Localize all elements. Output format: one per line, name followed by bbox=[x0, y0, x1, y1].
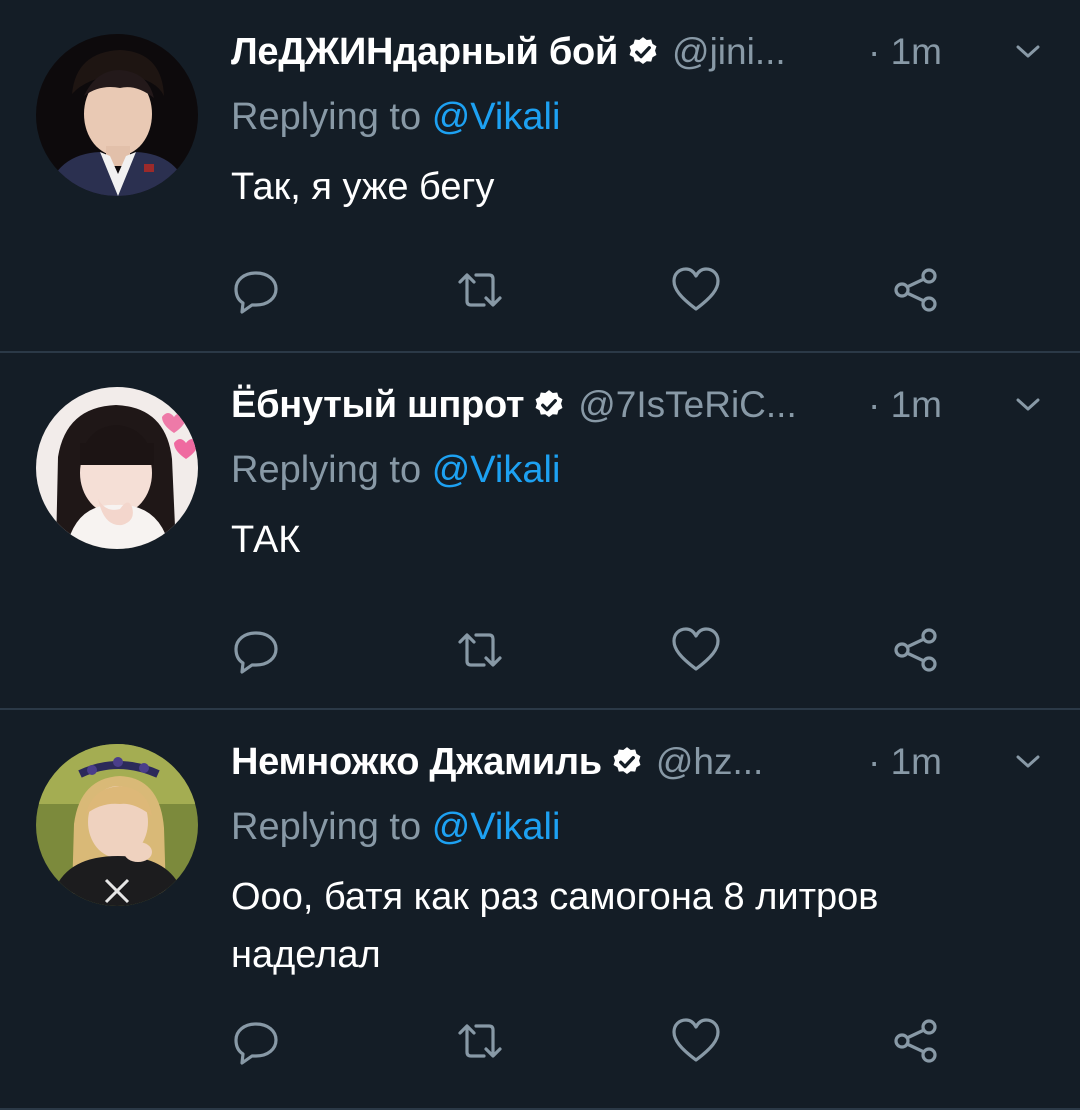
reply-mention-link[interactable]: @Vikali bbox=[432, 96, 561, 138]
verified-badge-icon bbox=[535, 390, 563, 418]
replying-to-line: Replying to @Vikali bbox=[231, 449, 560, 492]
retweet-icon[interactable] bbox=[454, 1016, 506, 1066]
tweet-header: Ёбнутый шпрот @7IsTeRiC... · 1m bbox=[231, 383, 1050, 427]
verified-badge-icon bbox=[613, 747, 641, 775]
tweet-actions bbox=[0, 265, 1080, 315]
timestamp[interactable]: · 1m bbox=[868, 30, 942, 74]
chevron-down-icon[interactable] bbox=[1010, 40, 1046, 64]
replying-to-label: Replying to bbox=[231, 96, 422, 138]
tweet-header: Немножко Джамиль @hz... · 1m bbox=[231, 740, 1050, 784]
user-handle[interactable]: @7IsTeRiC... bbox=[578, 384, 797, 426]
tweet-actions bbox=[0, 625, 1080, 675]
share-icon[interactable] bbox=[890, 625, 942, 675]
user-handle[interactable]: @jini... bbox=[672, 31, 786, 73]
timestamp[interactable]: · 1m bbox=[868, 383, 942, 427]
tweet-feed: ЛеДЖИНдарный бой @jini... · 1m Replying … bbox=[0, 0, 1080, 1110]
tweet-item[interactable]: Немножко Джамиль @hz... · 1m Replying to… bbox=[0, 710, 1080, 1110]
avatar[interactable] bbox=[36, 34, 198, 196]
display-name[interactable]: Ёбнутый шпрот bbox=[231, 384, 525, 427]
tweet-item[interactable]: Ёбнутый шпрот @7IsTeRiC... · 1m Replying… bbox=[0, 353, 1080, 710]
retweet-icon[interactable] bbox=[454, 265, 506, 315]
avatar[interactable] bbox=[36, 744, 198, 906]
replying-to-label: Replying to bbox=[231, 806, 422, 848]
tweet-item[interactable]: ЛеДЖИНдарный бой @jini... · 1m Replying … bbox=[0, 0, 1080, 353]
reply-bubble-icon[interactable] bbox=[230, 265, 282, 315]
share-icon[interactable] bbox=[890, 265, 942, 315]
reply-bubble-icon[interactable] bbox=[230, 625, 282, 675]
heart-icon[interactable] bbox=[670, 265, 722, 315]
chevron-down-icon[interactable] bbox=[1010, 750, 1046, 774]
retweet-icon[interactable] bbox=[454, 625, 506, 675]
display-name[interactable]: Немножко Джамиль bbox=[231, 741, 602, 784]
tweet-text: ТАК bbox=[231, 519, 301, 561]
heart-icon[interactable] bbox=[670, 1016, 722, 1066]
share-icon[interactable] bbox=[890, 1016, 942, 1066]
verified-badge-icon bbox=[629, 37, 657, 65]
timestamp[interactable]: · 1m bbox=[868, 740, 942, 784]
tweet-actions bbox=[0, 1016, 1080, 1066]
reply-mention-link[interactable]: @Vikali bbox=[432, 806, 561, 848]
tweet-text: Ооо, батя как раз самогона 8 литров наде… bbox=[231, 876, 879, 976]
tweet-text: Так, я уже бегу bbox=[231, 166, 495, 208]
replying-to-label: Replying to bbox=[231, 449, 422, 491]
replying-to-line: Replying to @Vikali bbox=[231, 96, 560, 139]
tweet-header: ЛеДЖИНдарный бой @jini... · 1m bbox=[231, 30, 1050, 74]
user-handle[interactable]: @hz... bbox=[656, 741, 763, 783]
avatar[interactable] bbox=[36, 387, 198, 549]
reply-bubble-icon[interactable] bbox=[230, 1016, 282, 1066]
display-name[interactable]: ЛеДЖИНдарный бой bbox=[231, 31, 618, 74]
heart-icon[interactable] bbox=[670, 625, 722, 675]
replying-to-line: Replying to @Vikali bbox=[231, 806, 560, 849]
reply-mention-link[interactable]: @Vikali bbox=[432, 449, 561, 491]
chevron-down-icon[interactable] bbox=[1010, 393, 1046, 417]
